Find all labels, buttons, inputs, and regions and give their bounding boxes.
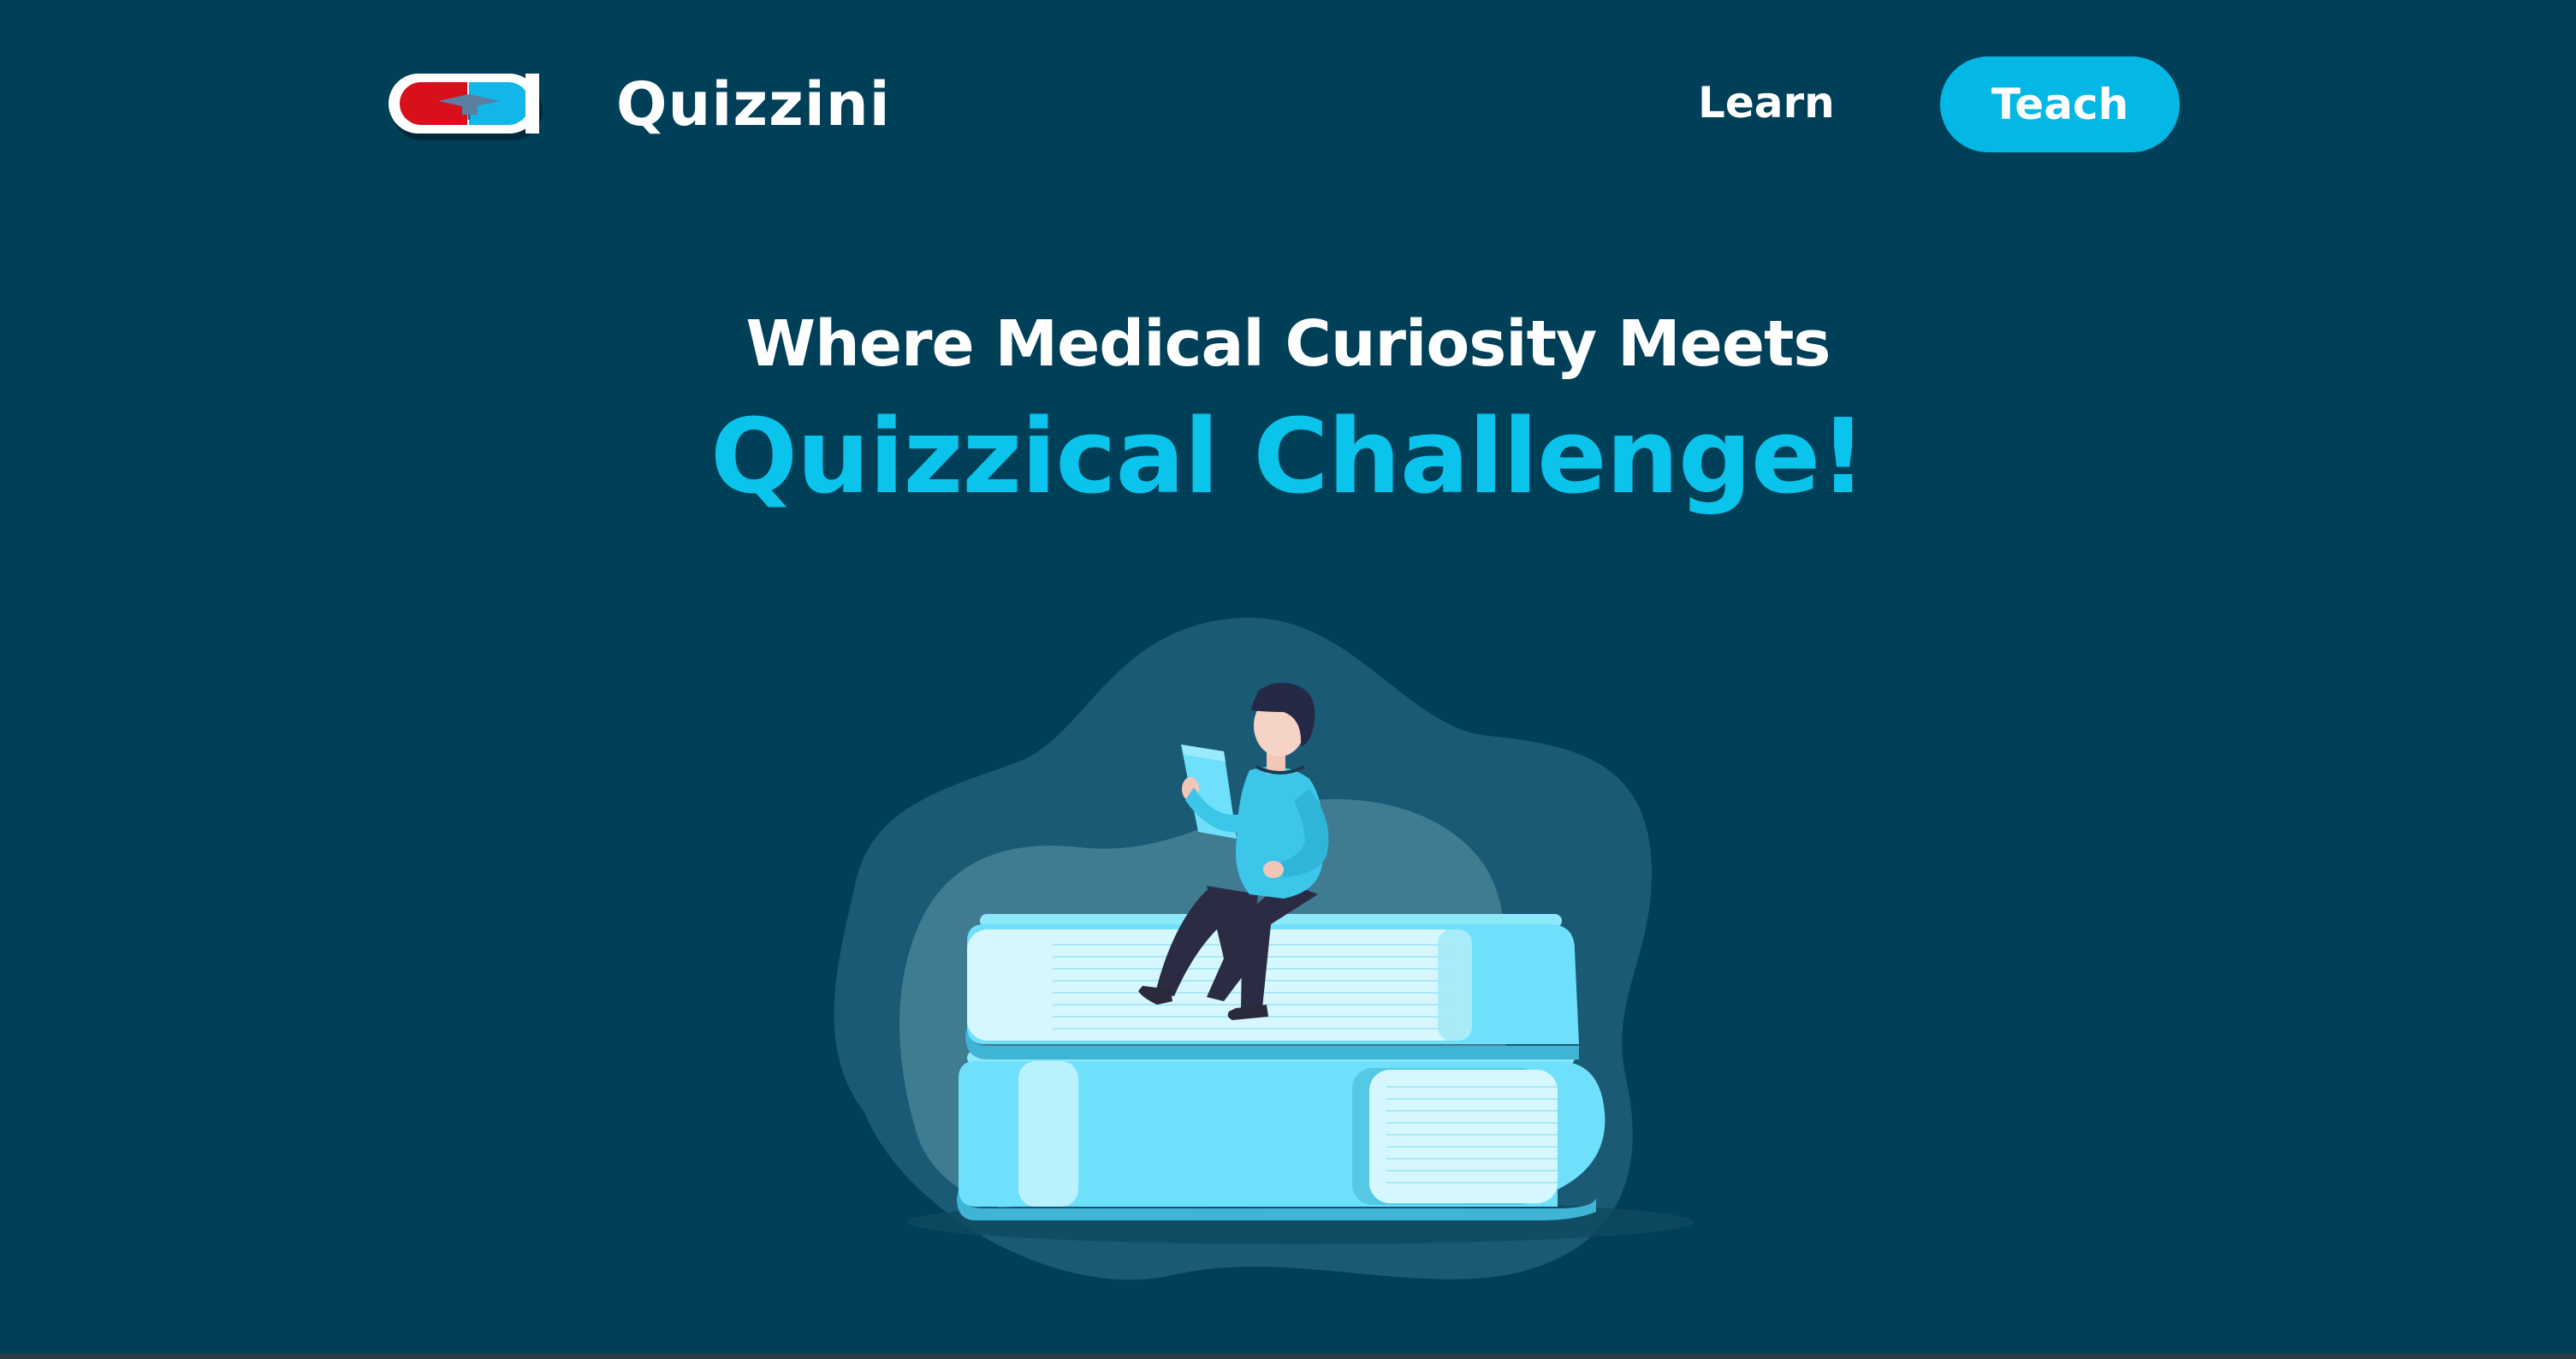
hero-headline-line1: Where Medical Curiosity Meets: [745, 307, 1831, 381]
learn-link[interactable]: Learn: [1698, 70, 1835, 135]
bottom-book: [957, 1051, 1606, 1220]
teach-button[interactable]: Teach: [1940, 56, 2180, 152]
top-book: [965, 914, 1579, 1059]
logo-icon[interactable]: [387, 70, 548, 147]
page-bottom-border: [0, 1354, 2576, 1359]
brand-name[interactable]: Quizzini: [616, 62, 891, 147]
landing-page: Quizzini Learn Teach Where Medical Curio…: [0, 0, 2576, 1359]
hero-headline-line2: Quizzical Challenge!: [710, 398, 1867, 517]
reading-person-illustration: [804, 599, 1780, 1301]
